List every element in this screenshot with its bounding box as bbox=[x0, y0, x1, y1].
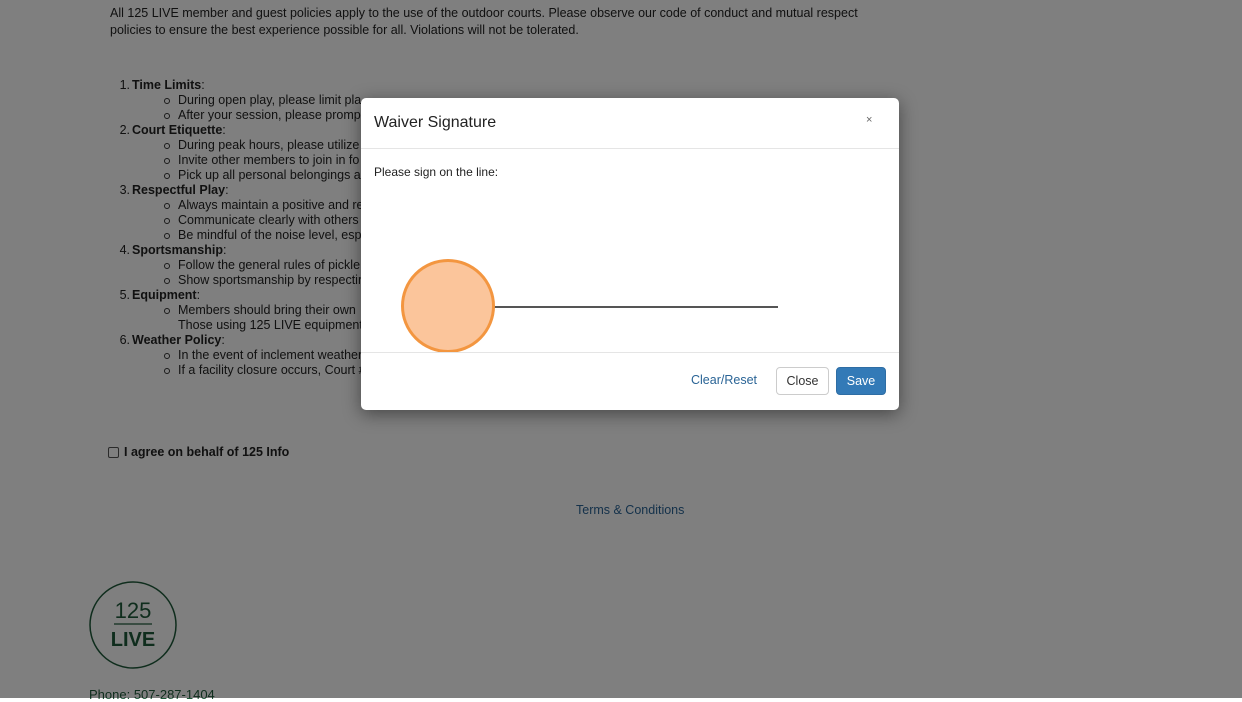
clear-reset-button[interactable]: Clear/Reset bbox=[691, 373, 757, 387]
modal-footer: Clear/Reset Close Save bbox=[361, 352, 899, 411]
close-button[interactable]: Close bbox=[776, 367, 829, 395]
close-icon[interactable]: × bbox=[866, 114, 872, 126]
waiver-signature-modal: Waiver Signature × Please sign on the li… bbox=[361, 98, 899, 410]
sign-prompt: Please sign on the line: bbox=[374, 165, 499, 179]
modal-title: Waiver Signature bbox=[374, 114, 497, 131]
modal-header: Waiver Signature × bbox=[361, 98, 899, 149]
modal-body: Please sign on the line: bbox=[361, 149, 899, 353]
cursor-indicator bbox=[401, 259, 495, 353]
save-button[interactable]: Save bbox=[836, 367, 886, 395]
